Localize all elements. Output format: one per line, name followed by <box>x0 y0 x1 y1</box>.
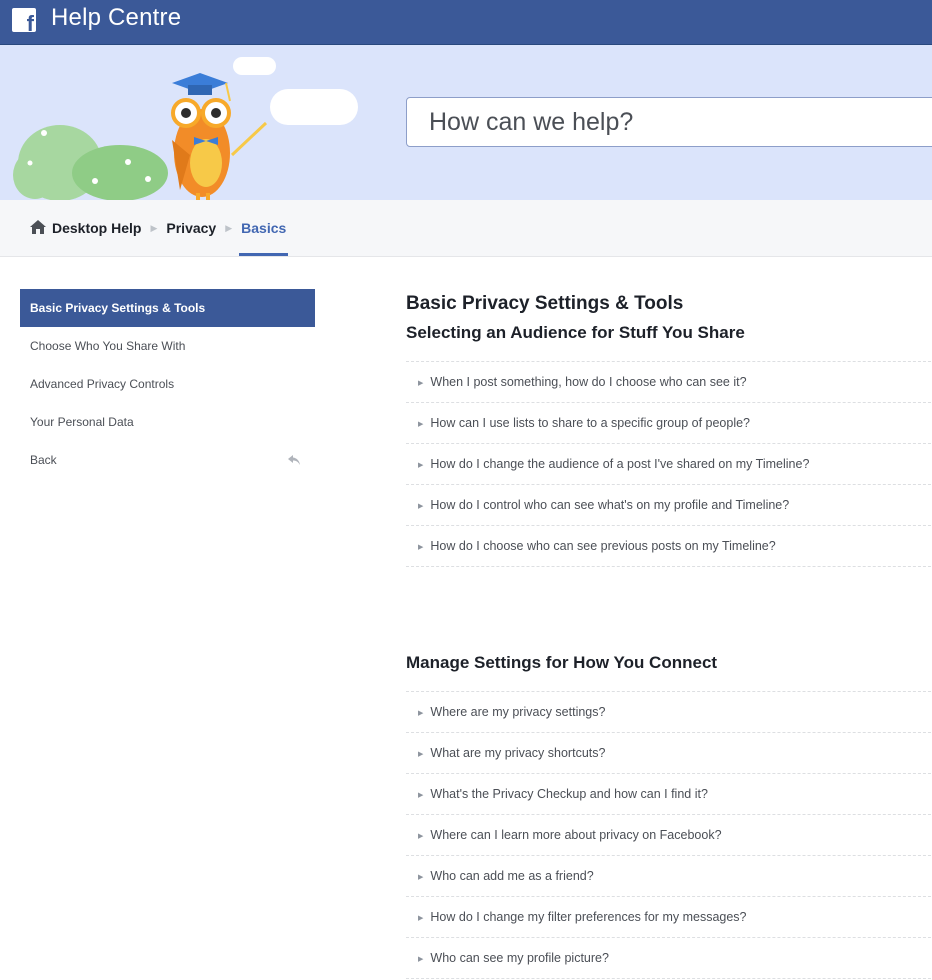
question-item[interactable]: ▶ How do I control who can see what's on … <box>406 485 932 526</box>
home-icon <box>30 220 46 234</box>
chevron-right-icon: ▶ <box>150 222 158 233</box>
expand-triangle-icon: ▶ <box>418 380 424 387</box>
expand-triangle-icon: ▶ <box>418 792 424 799</box>
expand-triangle-icon: ▶ <box>418 915 424 922</box>
question-item[interactable]: ▶ Who can see my profile picture? <box>406 938 932 979</box>
expand-triangle-icon: ▶ <box>418 833 424 840</box>
question-text: How do I change the audience of a post I… <box>430 457 810 471</box>
question-text: Where can I learn more about privacy on … <box>430 828 722 842</box>
top-bar: f Help Centre <box>0 0 932 45</box>
question-list: ▶ Where are my privacy settings? ▶ What ar… <box>406 691 932 979</box>
question-text: Where are my privacy settings? <box>430 705 606 719</box>
question-text: What are my privacy shortcuts? <box>430 746 606 760</box>
main-content: Basic Privacy Settings & Tools Selecting… <box>406 290 932 979</box>
sidebar-item-back[interactable]: Back <box>20 441 315 479</box>
sidebar-item-back-label: Back <box>30 453 57 467</box>
sidebar-item-basic-privacy[interactable]: Basic Privacy Settings & Tools <box>20 289 315 327</box>
page-title: Basic Privacy Settings & Tools <box>406 293 684 314</box>
expand-triangle-icon: ▶ <box>418 710 424 717</box>
section-title: Selecting an Audience for Stuff You Shar… <box>406 323 745 342</box>
sidebar-nav: Basic Privacy Settings & Tools Choose Wh… <box>20 289 315 479</box>
owl-illustration <box>13 57 358 200</box>
sidebar-item-choose-who-you-share-with[interactable]: Choose Who You Share With <box>20 327 315 365</box>
breadcrumb-bar: Desktop Help ▶ Privacy ▶ Basics <box>0 200 932 257</box>
hero-banner <box>0 45 932 200</box>
breadcrumb: Desktop Help ▶ Privacy ▶ Basics <box>30 200 289 256</box>
expand-triangle-icon: ▶ <box>418 874 424 881</box>
search-input[interactable] <box>427 106 932 138</box>
breadcrumb-privacy[interactable]: Privacy <box>166 220 216 236</box>
breadcrumb-desktop-help[interactable]: Desktop Help <box>52 220 141 236</box>
question-text: What's the Privacy Checkup and how can I… <box>430 787 708 801</box>
question-item[interactable]: ▶ When I post something, how do I choose … <box>406 362 932 403</box>
expand-triangle-icon: ▶ <box>418 503 424 510</box>
expand-triangle-icon: ▶ <box>418 751 424 758</box>
section-connect: Manage Settings for How You Connect ▶ Whe… <box>406 648 932 979</box>
question-item[interactable]: ▶ How do I change the audience of a post … <box>406 444 932 485</box>
breadcrumb-basics[interactable]: Basics <box>239 200 289 256</box>
expand-triangle-icon: ▶ <box>418 421 424 428</box>
section-title: Manage Settings for How You Connect <box>406 653 718 672</box>
expand-triangle-icon: ▶ <box>418 462 424 469</box>
question-text: Who can add me as a friend? <box>430 869 594 883</box>
back-arrow-icon <box>288 455 300 465</box>
question-item[interactable]: ▶ What's the Privacy Checkup and how can … <box>406 774 932 815</box>
sidebar-item-advanced-privacy-controls[interactable]: Advanced Privacy Controls <box>20 365 315 403</box>
question-text: Who can see my profile picture? <box>430 951 609 965</box>
facebook-f-icon[interactable]: f <box>12 8 36 35</box>
sidebar-item-your-personal-data[interactable]: Your Personal Data <box>20 403 315 441</box>
question-item[interactable]: ▶ How can I use lists to share to a speci… <box>406 403 932 444</box>
question-text: How do I choose who can see previous pos… <box>430 539 776 553</box>
expand-triangle-icon: ▶ <box>418 544 424 551</box>
question-text: When I post something, how do I choose w… <box>430 375 747 389</box>
question-item[interactable]: ▶ Where are my privacy settings? <box>406 692 932 733</box>
search-box[interactable] <box>406 97 932 147</box>
question-text: How do I change my filter preferences fo… <box>430 910 747 924</box>
question-item[interactable]: ▶ Who can add me as a friend? <box>406 856 932 897</box>
question-text: How can I use lists to share to a specif… <box>430 416 751 430</box>
question-item[interactable]: ▶ How do I choose who can see previous po… <box>406 526 932 567</box>
question-list: ▶ When I post something, how do I choose … <box>406 361 932 567</box>
help-centre-title[interactable]: Help Centre <box>51 4 181 32</box>
expand-triangle-icon: ▶ <box>418 956 424 963</box>
question-text: How do I control who can see what's on m… <box>430 498 790 512</box>
question-item[interactable]: ▶ How do I change my filter preferences f… <box>406 897 932 938</box>
chevron-right-icon: ▶ <box>225 222 233 233</box>
question-item[interactable]: ▶ Where can I learn more about privacy on… <box>406 815 932 856</box>
question-item[interactable]: ▶ What are my privacy shortcuts? <box>406 733 932 774</box>
section-audience: Selecting an Audience for Stuff You Shar… <box>406 318 932 648</box>
